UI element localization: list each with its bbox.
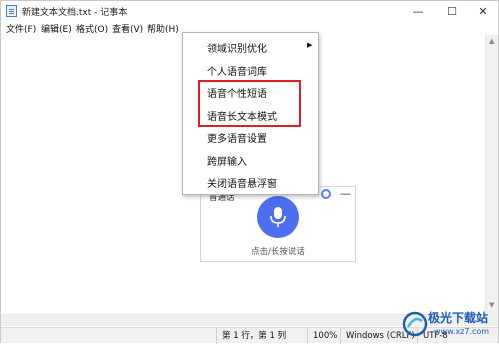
menu-item-cross-screen-input[interactable]: 跨屏输入 (207, 153, 247, 168)
menu-view[interactable]: 查看(V) (112, 22, 143, 35)
microphone-button[interactable] (257, 196, 299, 238)
menu-item-more-voice-settings[interactable]: 更多语音设置 (207, 130, 267, 145)
minimize-button[interactable]: — (403, 1, 433, 21)
settings-icon[interactable] (321, 189, 331, 199)
status-position: 第 1 行，第 1 列 (216, 328, 306, 344)
watermark-name: 极光下载站 (428, 311, 489, 325)
microphone-icon (270, 207, 286, 227)
menu-item-personal-lexicon[interactable]: 个人语音词库 (207, 63, 267, 78)
highlight-box (198, 80, 301, 127)
voice-minimize-button[interactable]: — (340, 187, 351, 200)
notepad-window: 新建文本文档.txt - 记事本 — ☐ ✕ 文件(F) 编辑(E) 格式(O)… (0, 0, 499, 344)
menu-file[interactable]: 文件(F) (6, 22, 36, 35)
scroll-up-icon[interactable]: ▲ (489, 37, 494, 45)
maximize-button[interactable]: ☐ (437, 1, 467, 21)
voice-input-panel: 普通话 — 点击/长按说话 (200, 186, 356, 262)
watermark: 极光下载站 www.xz7.com (400, 305, 499, 344)
aurora-logo-icon (402, 311, 428, 337)
menu-item-close-voice-window[interactable]: 关闭语音悬浮窗 (207, 175, 277, 190)
window-title: 新建文本文档.txt - 记事本 (22, 8, 128, 18)
menu-item-domain-optimization[interactable]: 领域识别优化 (207, 40, 267, 55)
notepad-icon (6, 5, 17, 17)
menu-format[interactable]: 格式(O) (76, 22, 108, 35)
vertical-scrollbar[interactable]: ▲ ▼ (485, 35, 498, 326)
voice-hint-text: 点击/长按说话 (251, 247, 305, 257)
status-zoom: 100% (307, 328, 339, 344)
menu-edit[interactable]: 编辑(E) (41, 22, 72, 35)
submenu-arrow-icon: ▶ (307, 41, 313, 49)
title-bar[interactable]: 新建文本文档.txt - 记事本 — ☐ ✕ (1, 1, 498, 21)
watermark-url: www.xz7.com (434, 327, 490, 336)
menu-help[interactable]: 帮助(H) (147, 22, 179, 35)
close-button[interactable]: ✕ (468, 1, 498, 21)
